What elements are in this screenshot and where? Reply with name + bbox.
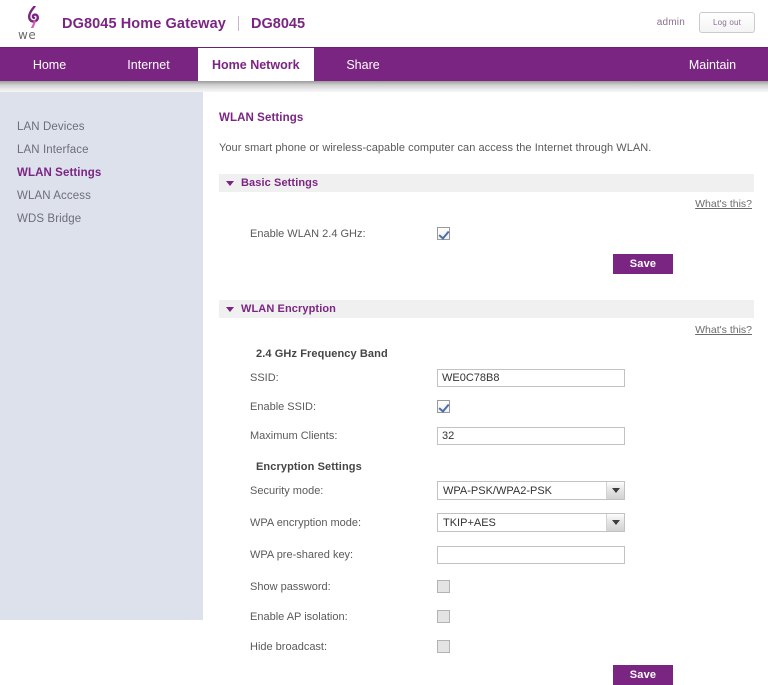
brand-separator — [237, 15, 239, 31]
security-mode-select[interactable]: WPA-PSK/WPA2-PSK — [437, 481, 625, 500]
checkbox-hide-broadcast[interactable] — [437, 640, 450, 653]
whats-this-link-basic[interactable]: What's this? — [695, 198, 752, 210]
page-title: WLAN Settings — [219, 112, 304, 124]
control-ssid — [437, 368, 754, 387]
control-wpa-preshared-key — [437, 545, 754, 564]
heading-encryption-settings: Encryption Settings — [256, 461, 362, 473]
nav-tab-home[interactable]: Home — [0, 48, 99, 81]
nav-tab-internet[interactable]: Internet — [99, 48, 198, 81]
sidebar-item-lan-interface[interactable]: LAN Interface — [0, 139, 203, 162]
label-enable-ssid: Enable SSID: — [250, 400, 317, 413]
row-max-clients: Maximum Clients: — [219, 424, 754, 447]
logo-wordmark: we — [18, 27, 37, 42]
main-content: WLAN Settings Your smart phone or wirele… — [203, 92, 768, 685]
wpa-encryption-mode-value: TKIP+AES — [443, 516, 496, 529]
save-row-basic: Save — [219, 254, 754, 274]
control-enable-wlan — [437, 227, 754, 240]
control-max-clients — [437, 426, 754, 445]
sidebar-navigation: LAN Devices LAN Interface WLAN Settings … — [0, 92, 203, 620]
chevron-down-icon — [226, 180, 234, 186]
label-wpa-encryption-mode: WPA encryption mode: — [250, 516, 362, 529]
checkbox-enable-wlan[interactable] — [437, 227, 450, 240]
control-enable-ssid — [437, 400, 754, 413]
chevron-down-icon[interactable] — [606, 514, 624, 531]
chevron-down-icon — [226, 306, 234, 312]
sidebar-item-lan-devices[interactable]: LAN Devices — [0, 116, 203, 139]
ssid-input[interactable] — [437, 368, 625, 387]
control-wpa-encryption-mode: TKIP+AES — [437, 513, 754, 532]
row-ssid: SSID: — [219, 366, 754, 389]
heading-frequency-band: 2.4 GHz Frequency Band — [256, 348, 388, 360]
row-security-mode: Security mode: WPA-PSK/WPA2-PSK — [219, 479, 754, 502]
label-wpa-preshared-key: WPA pre-shared key: — [250, 548, 354, 561]
page-brand-title: DG8045 Home Gateway — [62, 15, 226, 32]
row-hide-broadcast: Hide broadcast: — [219, 635, 754, 658]
label-ssid: SSID: — [250, 371, 279, 384]
control-security-mode: WPA-PSK/WPA2-PSK — [437, 481, 754, 500]
wpa-encryption-mode-select[interactable]: TKIP+AES — [437, 513, 625, 532]
checkbox-show-password[interactable] — [437, 580, 450, 593]
save-row-encryption: Save — [219, 665, 754, 685]
section-header-wlan-encryption[interactable]: WLAN Encryption — [219, 300, 754, 318]
whats-this-row-basic: What's this? — [219, 198, 754, 210]
app-header: we DG8045 Home Gateway DG8045 admin Log … — [0, 0, 768, 47]
whats-this-row-encryption: What's this? — [219, 324, 754, 336]
page-layout: LAN Devices LAN Interface WLAN Settings … — [0, 92, 768, 685]
label-security-mode: Security mode: — [250, 484, 324, 497]
nav-shadow-strip — [0, 81, 768, 92]
current-user-label: admin — [656, 17, 685, 28]
nav-tab-share[interactable]: Share — [314, 48, 413, 81]
save-button-basic[interactable]: Save — [613, 254, 673, 274]
row-wpa-encryption-mode: WPA encryption mode: TKIP+AES — [219, 511, 754, 534]
dropdown-arrow-glyph — [611, 488, 620, 493]
control-hide-broadcast — [437, 640, 754, 653]
nav-tab-home-network[interactable]: Home Network — [198, 48, 314, 81]
section-title-basic-settings: Basic Settings — [241, 177, 319, 189]
checkbox-ap-isolation[interactable] — [437, 610, 450, 623]
max-clients-input[interactable] — [437, 426, 625, 445]
section-title-wlan-encryption: WLAN Encryption — [241, 303, 336, 315]
brand-model: DG8045 — [251, 15, 306, 32]
nav-tab-maintain[interactable]: Maintain — [669, 48, 768, 81]
logo-swirl-icon — [27, 5, 40, 28]
sidebar-item-wlan-access[interactable]: WLAN Access — [0, 185, 203, 208]
page-description: Your smart phone or wireless-capable com… — [219, 142, 652, 154]
sidebar-item-wlan-settings[interactable]: WLAN Settings — [0, 162, 203, 185]
logout-button[interactable]: Log out — [699, 12, 755, 33]
label-max-clients: Maximum Clients: — [250, 429, 338, 442]
main-navigation: Home Internet Home Network Share Maintai… — [0, 47, 768, 81]
we-logo: we — [12, 4, 54, 44]
row-ap-isolation: Enable AP isolation: — [219, 605, 754, 628]
save-button-encryption[interactable]: Save — [613, 665, 673, 685]
security-mode-value: WPA-PSK/WPA2-PSK — [443, 484, 553, 497]
label-enable-wlan: Enable WLAN 2.4 GHz: — [250, 227, 366, 240]
row-enable-ssid: Enable SSID: — [219, 395, 754, 418]
sidebar-item-wds-bridge[interactable]: WDS Bridge — [0, 208, 203, 231]
row-wpa-preshared-key: WPA pre-shared key: — [219, 543, 754, 566]
control-show-password — [437, 580, 754, 593]
brand-title-group: DG8045 Home Gateway DG8045 — [62, 15, 306, 32]
label-ap-isolation: Enable AP isolation: — [250, 610, 348, 623]
control-ap-isolation — [437, 610, 754, 623]
section-header-basic-settings[interactable]: Basic Settings — [219, 174, 754, 192]
dropdown-arrow-glyph — [611, 520, 620, 525]
header-user-area: admin Log out — [657, 12, 755, 33]
wpa-preshared-key-input[interactable] — [437, 545, 625, 564]
row-enable-wlan: Enable WLAN 2.4 GHz: — [219, 222, 754, 245]
whats-this-link-encryption[interactable]: What's this? — [695, 324, 752, 336]
label-hide-broadcast: Hide broadcast: — [250, 640, 328, 653]
chevron-down-icon[interactable] — [606, 482, 624, 499]
row-show-password: Show password: — [219, 575, 754, 598]
label-show-password: Show password: — [250, 580, 331, 593]
checkbox-enable-ssid[interactable] — [437, 400, 450, 413]
